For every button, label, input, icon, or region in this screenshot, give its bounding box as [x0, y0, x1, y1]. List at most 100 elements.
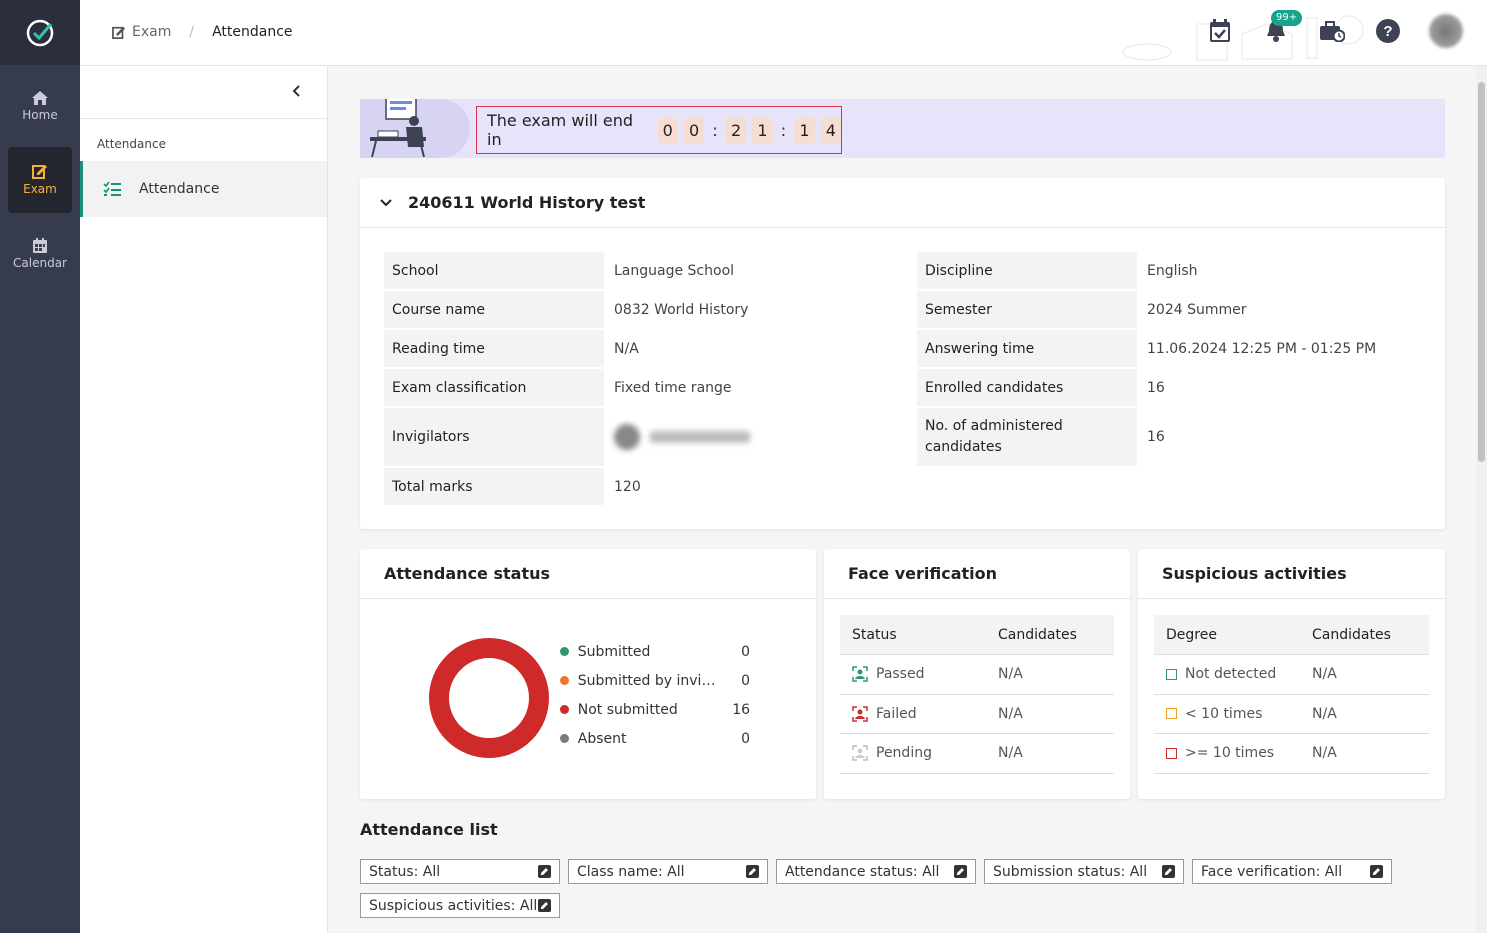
schedule-button[interactable] [1205, 16, 1235, 46]
app-logo[interactable] [0, 0, 80, 65]
legend-count: 0 [741, 672, 751, 689]
help-button[interactable]: ? [1373, 16, 1403, 46]
sidebar-item-label: Attendance [139, 181, 220, 197]
edit-icon[interactable] [954, 865, 967, 878]
edit-icon[interactable] [1370, 865, 1383, 878]
nav-home[interactable]: Home [8, 73, 72, 139]
left-rail: Home Exam Calendar [0, 0, 80, 933]
row-value: N/A [1312, 666, 1337, 683]
info-value: 16 [1147, 379, 1165, 396]
exam-info-header[interactable]: 240611 World History test [360, 178, 1445, 228]
info-key: Answering time [917, 330, 1137, 367]
exam-timer-banner: The exam will end in 0 0 : 2 1 : 1 4 [360, 99, 1445, 158]
suspicious-activities-card: Suspicious activities Degree Candidates … [1138, 549, 1445, 799]
face-verification-card: Face verification Status Candidates Pass… [824, 549, 1130, 799]
info-value: 120 [614, 478, 641, 495]
info-row: No. of administered candidates 16 [917, 408, 1175, 466]
toolbox-button[interactable] [1317, 16, 1347, 46]
legend-count: 0 [741, 643, 751, 660]
header-actions: 99+ ? [1205, 10, 1463, 48]
info-key: Invigilators [384, 408, 604, 466]
info-row: Course name 0832 World History [384, 291, 758, 328]
edit-icon[interactable] [746, 865, 759, 878]
filter-status[interactable]: Status: All [360, 859, 560, 884]
breadcrumb-exam[interactable]: Exam [112, 24, 171, 40]
edit-icon[interactable] [1162, 865, 1175, 878]
edit-icon[interactable] [538, 899, 551, 912]
legend-item: Submitted 0 [560, 637, 750, 666]
legend-count: 0 [741, 730, 751, 747]
info-row: Discipline English [917, 252, 1208, 289]
invigilator-avatar-redacted [614, 424, 750, 450]
filter-suspicious-activities[interactable]: Suspicious activities: All [360, 893, 560, 918]
face-failed-icon [852, 706, 868, 722]
filter-submission-status[interactable]: Submission status: All [984, 859, 1184, 884]
row-value: N/A [998, 745, 1023, 762]
row-degree-label: Not detected [1185, 666, 1277, 683]
breadcrumb: Exam / Attendance [112, 24, 293, 40]
notification-badge: 99+ [1271, 10, 1303, 26]
countdown-digit: 0 [683, 117, 705, 143]
chevron-down-icon[interactable] [380, 198, 392, 207]
nav-exam-label: Exam [23, 182, 57, 196]
filter-label: Status: All [369, 863, 441, 880]
breadcrumb-separator: / [189, 24, 195, 40]
invigilator-value [604, 408, 760, 466]
toolbox-icon [1320, 21, 1345, 42]
nav-exam[interactable]: Exam [8, 147, 72, 213]
info-row: Reading time N/A [384, 330, 649, 367]
countdown-separator: : [780, 120, 787, 140]
scrollbar-thumb[interactable] [1478, 82, 1485, 462]
suspicious-activities-title: Suspicious activities [1138, 549, 1445, 599]
info-key: Semester [917, 291, 1137, 328]
legend-label: Absent [577, 730, 627, 747]
exam-icon [112, 26, 126, 39]
legend-item: Not submitted 16 [560, 695, 750, 724]
info-row: Total marks 120 [384, 468, 651, 505]
countdown-separator: : [712, 120, 718, 140]
calendar-check-icon [1210, 19, 1230, 42]
row-degree-label: >= 10 times [1185, 745, 1275, 762]
nav-calendar-label: Calendar [13, 256, 67, 270]
legend-count: 16 [732, 701, 751, 718]
user-avatar[interactable] [1429, 14, 1463, 48]
top-header: Exam / Attendance 99+ ? [80, 0, 1487, 66]
filter-class-name[interactable]: Class name: All [568, 859, 768, 884]
face-passed-icon [852, 666, 868, 682]
sidebar-item-attendance[interactable]: Attendance [80, 161, 327, 217]
info-key: Total marks [384, 468, 604, 505]
row-status-label: Failed [876, 705, 917, 722]
nav-home-label: Home [22, 107, 58, 122]
exam-title: 240611 World History test [408, 193, 646, 212]
edit-icon[interactable] [538, 865, 551, 878]
face-verification-table: Status Candidates Passed N/A Failed N/A [840, 615, 1114, 774]
help-icon: ? [1376, 19, 1400, 43]
row-degree: Not detected [1154, 666, 1312, 682]
table-row: Failed N/A [840, 695, 1114, 734]
row-status-label: Pending [876, 745, 932, 762]
face-verification-title: Face verification [824, 549, 1130, 599]
chevron-left-icon[interactable] [291, 84, 301, 98]
countdown-digit: 0 [657, 117, 678, 143]
filter-attendance-status[interactable]: Attendance status: All [776, 859, 976, 884]
table-row: >= 10 times N/A [1154, 734, 1429, 774]
legend-dot [560, 647, 569, 656]
nav-calendar[interactable]: Calendar [8, 221, 72, 287]
logo-icon [26, 19, 54, 46]
info-value: 16 [1147, 429, 1165, 445]
filter-face-verification[interactable]: Face verification: All [1192, 859, 1392, 884]
info-key: Enrolled candidates [917, 369, 1137, 406]
exam-icon [32, 165, 47, 179]
countdown-digit: 1 [794, 117, 815, 143]
info-row: School Language School [384, 252, 744, 289]
table-row: < 10 times N/A [1154, 695, 1429, 734]
suspicious-activities-table: Degree Candidates Not detected N/A < 10 … [1154, 615, 1429, 774]
notifications-button[interactable]: 99+ [1261, 10, 1303, 46]
legend-dot [560, 676, 569, 685]
info-value: 0832 World History [614, 301, 749, 318]
legend-label: Submitted [577, 643, 651, 660]
info-value: 2024 Summer [1147, 301, 1247, 318]
filter-label: Suspicious activities: All [369, 897, 538, 914]
page-scrollbar[interactable] [1476, 66, 1487, 933]
countdown-label: The exam will end in [487, 111, 633, 149]
